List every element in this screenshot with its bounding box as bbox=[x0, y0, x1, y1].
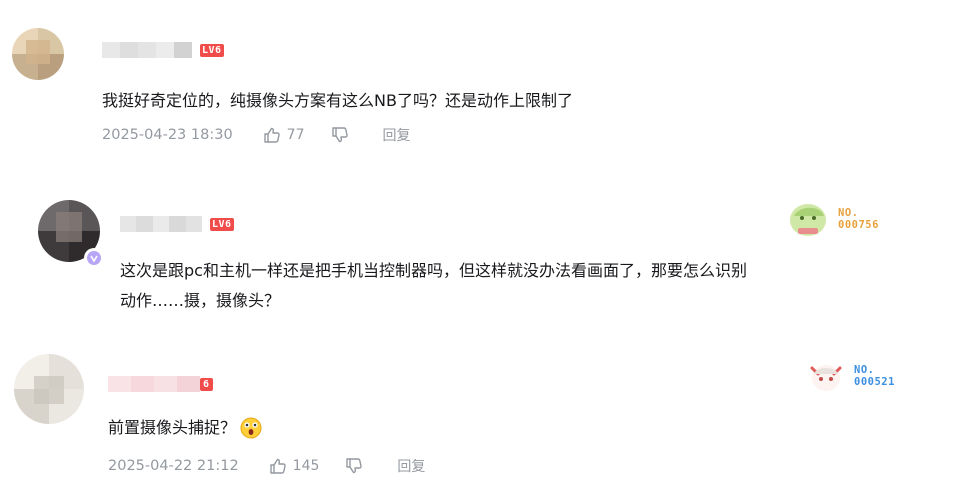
thumb-down-icon bbox=[331, 127, 348, 143]
fan-badge-number: 000756 bbox=[838, 219, 879, 231]
username-blurred[interactable] bbox=[120, 216, 202, 232]
thumb-down-icon bbox=[346, 458, 363, 474]
level-badge: 6 bbox=[200, 378, 213, 391]
comment-date: 2025-04-23 18:30 bbox=[102, 127, 233, 143]
comment-text-line2: 动作……摄，摄像头？ bbox=[120, 291, 281, 310]
comment-meta: 2025-04-23 18:30 77 回复 bbox=[102, 123, 411, 147]
comment-text-body: 前置摄像头捕捉？ bbox=[108, 418, 237, 437]
fan-badge-number-label: NO. bbox=[854, 364, 875, 376]
fan-badge-number: 000521 bbox=[854, 376, 895, 388]
username-blurred[interactable] bbox=[102, 42, 192, 58]
avatar[interactable] bbox=[14, 354, 84, 424]
reply-button[interactable]: 回复 bbox=[383, 125, 411, 145]
level-badge: LV6 bbox=[210, 218, 234, 231]
comment-meta: 2025-04-22 21:12 145 回复 bbox=[108, 454, 425, 478]
like-button[interactable]: 77 bbox=[263, 126, 305, 144]
comment-text: 前置摄像头捕捉？ bbox=[108, 413, 262, 443]
avatar[interactable] bbox=[12, 28, 64, 80]
surprised-emoji-icon bbox=[240, 417, 262, 439]
like-button[interactable]: 145 bbox=[269, 457, 320, 475]
username-blurred[interactable] bbox=[108, 376, 200, 392]
thumb-up-icon bbox=[263, 127, 280, 143]
comment-text: 我挺好奇定位的，纯摄像头方案有这么NB了吗？还是动作上限制了 bbox=[102, 91, 573, 110]
dislike-button[interactable] bbox=[345, 457, 363, 475]
fan-badge-icon bbox=[790, 204, 826, 236]
fan-badge-icon bbox=[810, 365, 842, 391]
fan-badge[interactable]: NO. 000756 bbox=[786, 198, 879, 240]
level-badge: LV6 bbox=[200, 44, 224, 57]
reply-button[interactable]: 回复 bbox=[397, 456, 425, 476]
dislike-button[interactable] bbox=[331, 126, 349, 144]
like-count: 145 bbox=[292, 458, 320, 474]
fan-badge[interactable]: NO. 000521 bbox=[806, 358, 895, 394]
fan-badge-number-label: NO. bbox=[838, 207, 859, 219]
verified-pendant-icon bbox=[84, 248, 104, 268]
thumb-up-icon bbox=[269, 458, 286, 474]
comment-date: 2025-04-22 21:12 bbox=[108, 458, 239, 474]
comment-text-line1: 这次是跟pc和主机一样还是把手机当控制器吗，但这样就没办法看画面了，那要怎么识别 bbox=[120, 261, 747, 280]
like-count: 77 bbox=[286, 127, 305, 143]
